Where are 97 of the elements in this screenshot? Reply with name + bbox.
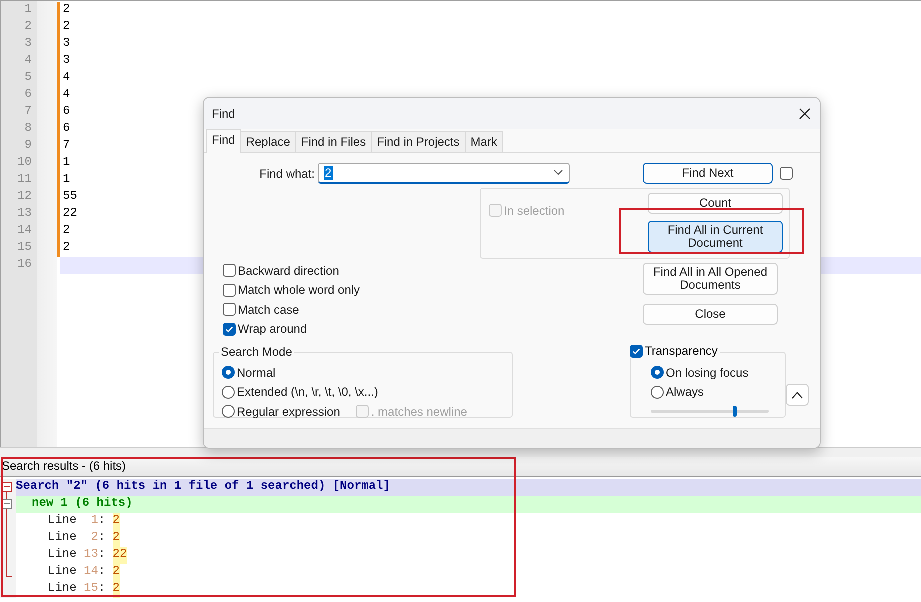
radio-button[interactable] xyxy=(222,366,235,380)
radio-label: Normal xyxy=(237,366,276,380)
checkbox[interactable] xyxy=(780,167,793,180)
hit-line-number: 14 xyxy=(84,564,98,580)
dialog-button[interactable]: Count xyxy=(648,193,783,214)
line-number: 16 xyxy=(16,257,33,273)
dialog-button[interactable]: Close xyxy=(643,304,778,325)
close-icon[interactable] xyxy=(797,106,813,122)
hit-text: 22 xyxy=(112,547,128,564)
radio-label: On losing focus xyxy=(666,366,749,380)
line-number: 8 xyxy=(24,121,33,137)
tab[interactable]: Find in Projects xyxy=(371,131,466,152)
radio-button[interactable] xyxy=(222,386,235,399)
fold-tree-icon[interactable] xyxy=(2,482,13,578)
dialog-button[interactable]: Find Next xyxy=(643,163,773,184)
tab[interactable]: Mark xyxy=(464,131,504,152)
colon: : xyxy=(98,581,106,597)
checkbox-label: In selection xyxy=(504,204,565,218)
collapse-button[interactable] xyxy=(786,384,809,406)
checkbox-label: Backward direction xyxy=(238,264,340,278)
code-line: 2 xyxy=(62,19,70,35)
line-number: 14 xyxy=(16,223,33,239)
chevron-up-icon xyxy=(792,392,803,398)
check-icon xyxy=(225,324,234,334)
radio-button[interactable] xyxy=(651,386,664,399)
code-line: 7 xyxy=(62,138,70,154)
hit-text: 2 xyxy=(112,513,120,530)
code-line: 55 xyxy=(62,189,78,205)
line-number: 5 xyxy=(24,70,33,86)
checkbox[interactable] xyxy=(630,344,643,358)
line-number: 15 xyxy=(16,240,33,256)
code-line: 2 xyxy=(62,2,70,18)
checkbox-label: Match whole word only xyxy=(238,283,360,298)
hit-label: Line xyxy=(48,564,77,580)
checkbox[interactable] xyxy=(223,322,236,336)
field-label: Find what: xyxy=(258,166,316,180)
checkbox-label: Wrap around xyxy=(238,322,308,336)
search-field[interactable]: 2 xyxy=(318,163,570,184)
checkbox[interactable] xyxy=(223,303,236,316)
radio-label: Extended (\n, \r, \t, \0, \x...) xyxy=(237,385,378,400)
checkbox-label: . matches newline xyxy=(371,404,468,419)
hit-label: Line xyxy=(48,530,77,546)
tab[interactable]: Replace xyxy=(240,131,296,152)
hit-line-number: 2 xyxy=(90,530,98,546)
code-line: 1 xyxy=(62,172,70,188)
panel-title: Search results - (6 hits) xyxy=(0,457,921,477)
code-line: 2 xyxy=(62,240,70,256)
code-line: 6 xyxy=(62,121,70,137)
line-number: 1 xyxy=(24,2,33,18)
dialog-title: Find xyxy=(212,106,236,120)
code-line: 6 xyxy=(62,104,70,120)
tab[interactable]: Find xyxy=(206,129,242,153)
line-number: 13 xyxy=(16,206,33,222)
group-title: Search Mode xyxy=(219,345,294,359)
code-line: 3 xyxy=(62,53,70,69)
find-all-button[interactable]: Find All in All Opened Documents xyxy=(643,263,778,295)
check-icon xyxy=(632,346,641,356)
hit-text: 2 xyxy=(112,530,120,547)
checkbox[interactable] xyxy=(223,284,236,297)
line-number: 9 xyxy=(24,138,33,154)
hit-label: Line xyxy=(48,513,77,529)
code-line: 22 xyxy=(62,206,78,222)
hit-line-number: 13 xyxy=(84,547,98,563)
line-number: 3 xyxy=(24,36,33,52)
colon: : xyxy=(98,564,106,580)
tab[interactable]: Find in Files xyxy=(295,131,372,152)
checkbox[interactable] xyxy=(223,264,236,278)
find-all-button[interactable]: Find All in Current Document xyxy=(648,221,783,253)
line-number: 7 xyxy=(24,104,33,120)
file-result[interactable]: new 1 (6 hits) xyxy=(16,496,921,513)
code-line: 3 xyxy=(62,36,70,52)
line-number: 4 xyxy=(24,53,33,69)
line-number: 10 xyxy=(16,155,33,171)
colon: : xyxy=(98,530,106,546)
code-line: 2 xyxy=(62,223,70,239)
line-number: 2 xyxy=(24,19,33,35)
code-line: 4 xyxy=(62,87,70,103)
line-number: 11 xyxy=(16,172,33,188)
slider-thumb[interactable] xyxy=(732,406,737,417)
hit-label: Line xyxy=(48,547,77,563)
code-line: 4 xyxy=(62,70,70,86)
hit-text: 2 xyxy=(112,564,120,581)
line-number: 12 xyxy=(16,189,33,205)
hit-line-number: 15 xyxy=(84,581,98,597)
search-summary: Search "2" (6 hits in 1 file of 1 searched) [Normal] xyxy=(16,479,921,496)
hit-line-number: 1 xyxy=(90,513,98,529)
code-line: 1 xyxy=(62,155,70,171)
radio-label: Regular expression xyxy=(237,404,340,419)
checkbox-label: Match case xyxy=(238,302,300,317)
radio-label: Always xyxy=(666,385,704,400)
checkbox-label: Transparency xyxy=(645,344,718,358)
colon: : xyxy=(98,547,106,563)
line-number: 6 xyxy=(24,87,33,103)
colon: : xyxy=(98,513,106,529)
hit-label: Line xyxy=(48,581,77,597)
radio-button[interactable] xyxy=(222,405,235,418)
radio-button[interactable] xyxy=(651,366,664,380)
